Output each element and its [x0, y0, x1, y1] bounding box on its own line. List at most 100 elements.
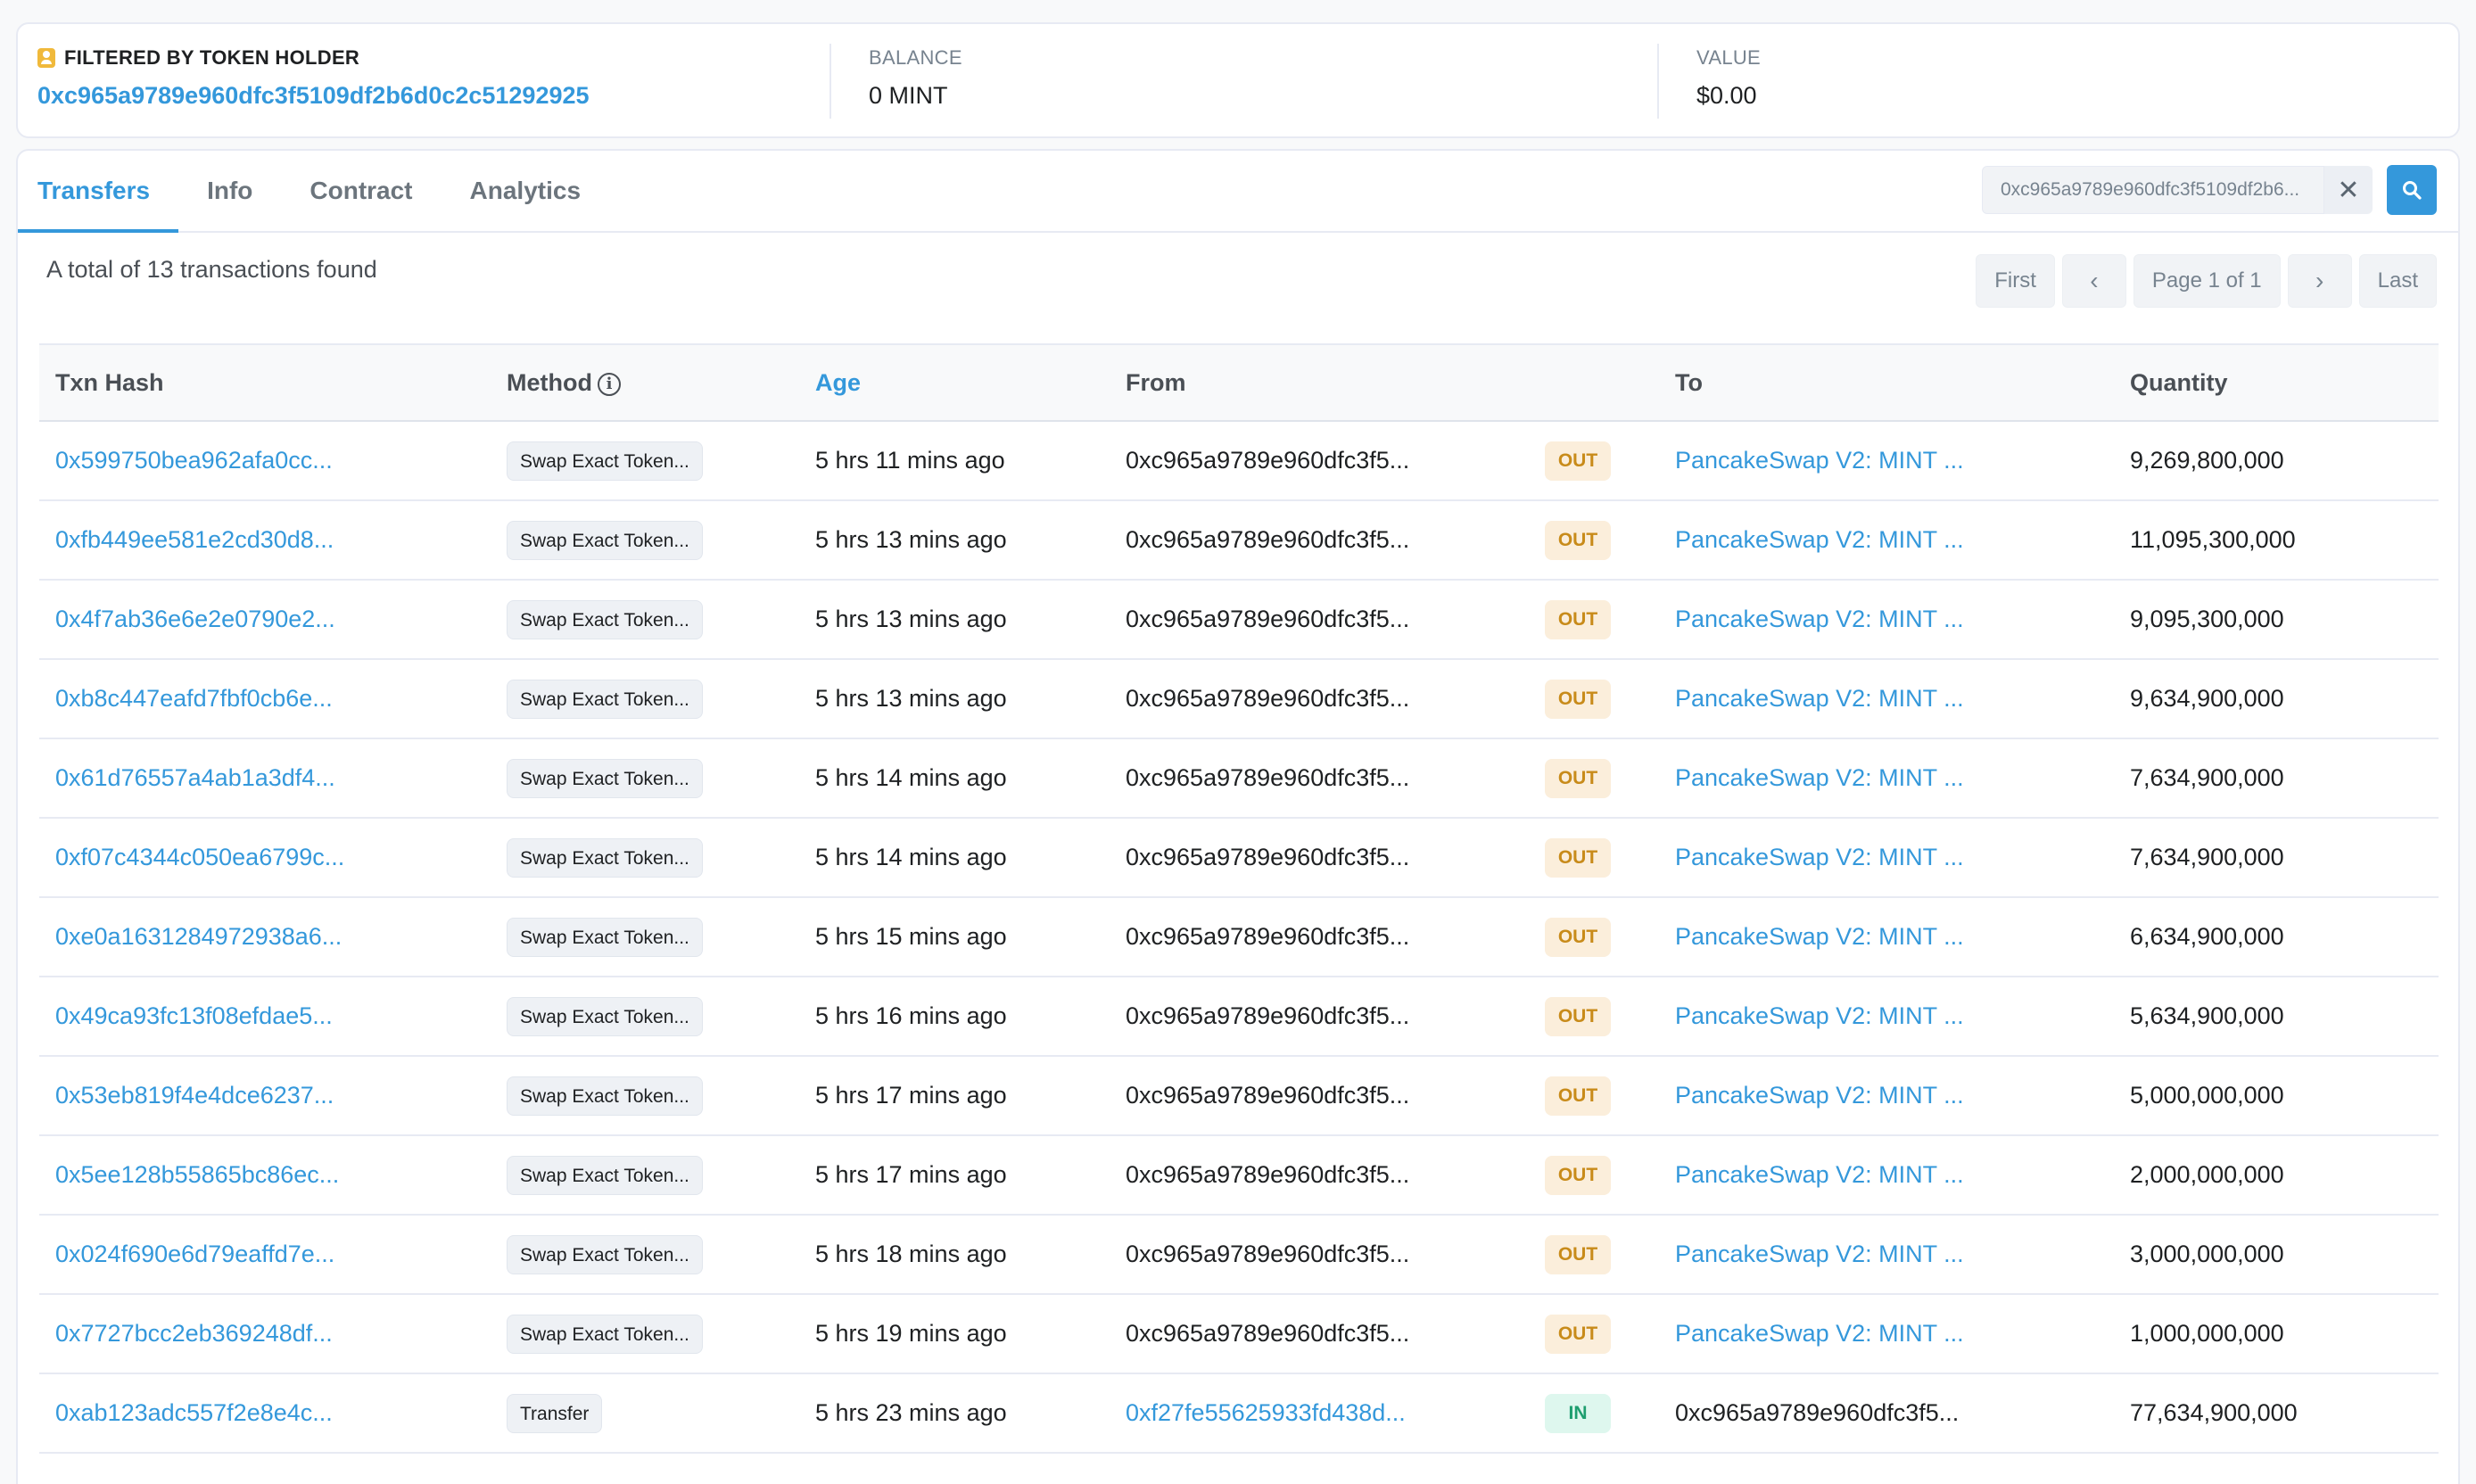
tab-contract[interactable]: Contract — [281, 151, 441, 231]
age-cell: 5 hrs 23 mins ago — [815, 1399, 1007, 1426]
transfers-table: Txn Hash Method i Age From To Quantity 0x… — [39, 343, 2439, 1454]
prev-page-button[interactable]: ‹ — [2061, 254, 2126, 308]
from-address: 0xc965a9789e960dfc3f5... — [1126, 685, 1410, 712]
token-holder-summary: FILTERED BY TOKEN HOLDER 0xc965a9789e960… — [16, 22, 2460, 138]
col-age[interactable]: Age — [799, 369, 1110, 397]
txn-hash-link[interactable]: 0x53eb819f4e4dce6237... — [55, 1082, 334, 1109]
to-address[interactable]: PancakeSwap V2: MINT ... — [1675, 844, 1964, 870]
to-address[interactable]: PancakeSwap V2: MINT ... — [1675, 1082, 1964, 1109]
age-cell: 5 hrs 17 mins ago — [815, 1082, 1007, 1109]
to-address[interactable]: PancakeSwap V2: MINT ... — [1675, 606, 1964, 632]
txn-hash-link[interactable]: 0x7727bcc2eb369248df... — [55, 1320, 333, 1347]
txn-hash-link[interactable]: 0x4f7ab36e6e2e0790e2... — [55, 606, 335, 632]
filter-label: FILTERED BY TOKEN HOLDER — [64, 46, 360, 69]
txn-hash-link[interactable]: 0xb8c447eafd7fbf0cb6e... — [55, 685, 333, 712]
quantity-cell: 9,269,800,000 — [2130, 447, 2284, 474]
from-address: 0xc965a9789e960dfc3f5... — [1126, 764, 1410, 791]
page-indicator: Page 1 of 1 — [2133, 254, 2281, 308]
col-from: From — [1126, 368, 1186, 396]
method-badge: Transfer — [507, 1393, 603, 1433]
table-row: 0xab123adc557f2e8e4c... Transfer 5 hrs 23 … — [39, 1374, 2439, 1454]
from-address: 0xc965a9789e960dfc3f5... — [1126, 447, 1410, 474]
to-address[interactable]: PancakeSwap V2: MINT ... — [1675, 923, 1964, 950]
from-address: 0xc965a9789e960dfc3f5... — [1126, 526, 1410, 553]
from-address: 0xc965a9789e960dfc3f5... — [1126, 923, 1410, 950]
quantity-cell: 5,000,000,000 — [2130, 1082, 2284, 1109]
first-page-button[interactable]: First — [1976, 254, 2055, 308]
balance-value: 0 MINT — [869, 82, 948, 109]
method-badge: Swap Exact Token... — [507, 520, 703, 560]
to-address[interactable]: PancakeSwap V2: MINT ... — [1675, 447, 1964, 474]
direction-badge: OUT — [1545, 758, 1611, 798]
txn-hash-link[interactable]: 0x599750bea962afa0cc... — [55, 447, 333, 474]
from-address: 0xc965a9789e960dfc3f5... — [1126, 1320, 1410, 1347]
to-address: 0xc965a9789e960dfc3f5... — [1675, 1399, 1960, 1426]
to-address[interactable]: PancakeSwap V2: MINT ... — [1675, 1002, 1964, 1029]
tab-info[interactable]: Info — [178, 151, 281, 231]
from-address: 0xc965a9789e960dfc3f5... — [1126, 1161, 1410, 1188]
to-address[interactable]: PancakeSwap V2: MINT ... — [1675, 1161, 1964, 1188]
clear-filter-button[interactable]: ✕ — [2324, 166, 2373, 214]
from-address[interactable]: 0xf27fe55625933fd438d... — [1126, 1399, 1406, 1426]
txn-hash-link[interactable]: 0xf07c4344c050ea6799c... — [55, 844, 344, 870]
quantity-cell: 77,634,900,000 — [2130, 1399, 2298, 1426]
to-address[interactable]: PancakeSwap V2: MINT ... — [1675, 764, 1964, 791]
method-badge: Swap Exact Token... — [507, 441, 703, 481]
direction-badge: IN — [1545, 1393, 1611, 1433]
quantity-cell: 9,095,300,000 — [2130, 606, 2284, 632]
last-page-button[interactable]: Last — [2358, 254, 2437, 308]
table-row: 0xb8c447eafd7fbf0cb6e... Swap Exact Token… — [39, 660, 2439, 739]
txn-hash-link[interactable]: 0x61d76557a4ab1a3df4... — [55, 764, 335, 791]
to-address[interactable]: PancakeSwap V2: MINT ... — [1675, 526, 1964, 553]
table-row: 0xfb449ee581e2cd30d8... Swap Exact Token.… — [39, 501, 2439, 581]
direction-badge: OUT — [1545, 520, 1611, 560]
table-row: 0x4f7ab36e6e2e0790e2... Swap Exact Token.… — [39, 581, 2439, 660]
balance-cell: BALANCE 0 MINT — [829, 24, 1657, 136]
search-icon — [2403, 181, 2422, 200]
method-badge: Swap Exact Token... — [507, 996, 703, 1036]
quantity-cell: 11,095,300,000 — [2130, 526, 2296, 553]
direction-badge: OUT — [1545, 1314, 1611, 1354]
age-cell: 5 hrs 14 mins ago — [815, 844, 1007, 870]
direction-badge: OUT — [1545, 837, 1611, 878]
holder-address-link[interactable]: 0xc965a9789e960dfc3f5109df2b6d0c2c512929… — [37, 79, 810, 111]
quantity-cell: 9,634,900,000 — [2130, 685, 2284, 712]
table-row: 0x53eb819f4e4dce6237... Swap Exact Token.… — [39, 1057, 2439, 1136]
to-address[interactable]: PancakeSwap V2: MINT ... — [1675, 1320, 1964, 1347]
from-address: 0xc965a9789e960dfc3f5... — [1126, 1082, 1410, 1109]
info-icon[interactable]: i — [597, 372, 621, 396]
method-badge: Swap Exact Token... — [507, 758, 703, 798]
to-address[interactable]: PancakeSwap V2: MINT ... — [1675, 1241, 1964, 1267]
col-txn-hash: Txn Hash — [55, 368, 164, 396]
tab-analytics[interactable]: Analytics — [442, 151, 610, 231]
direction-badge: OUT — [1545, 441, 1611, 481]
tab-bar: Transfers Info Contract Analytics ✕ — [18, 151, 2458, 233]
direction-badge: OUT — [1545, 679, 1611, 719]
txn-hash-link[interactable]: 0xe0a1631284972938a6... — [55, 923, 342, 950]
to-address[interactable]: PancakeSwap V2: MINT ... — [1675, 685, 1964, 712]
direction-badge: OUT — [1545, 917, 1611, 957]
address-filter-input[interactable] — [1982, 166, 2324, 214]
from-address: 0xc965a9789e960dfc3f5... — [1126, 1002, 1410, 1029]
quantity-cell: 6,634,900,000 — [2130, 923, 2284, 950]
txn-hash-link[interactable]: 0x49ca93fc13f08efdae5... — [55, 1002, 333, 1029]
holder-filter-cell: FILTERED BY TOKEN HOLDER 0xc965a9789e960… — [18, 24, 829, 136]
txn-hash-link[interactable]: 0x5ee128b55865bc86ec... — [55, 1161, 339, 1188]
txn-hash-link[interactable]: 0x024f690e6d79eaffd7e... — [55, 1241, 334, 1267]
method-badge: Swap Exact Token... — [507, 599, 703, 639]
age-cell: 5 hrs 13 mins ago — [815, 606, 1007, 632]
txn-hash-link[interactable]: 0xab123adc557f2e8e4c... — [55, 1399, 333, 1426]
quantity-cell: 3,000,000,000 — [2130, 1241, 2284, 1267]
tab-transfers[interactable]: Transfers — [18, 151, 179, 233]
search-button[interactable] — [2387, 165, 2437, 215]
address-filter-search: ✕ — [1982, 165, 2437, 215]
holder-icon — [37, 48, 55, 68]
value-label: VALUE — [1696, 46, 1762, 69]
table-row: 0x49ca93fc13f08efdae5... Swap Exact Token… — [39, 977, 2439, 1057]
chevron-right-icon: › — [2315, 267, 2324, 294]
table-row: 0xe0a1631284972938a6... Swap Exact Token.… — [39, 898, 2439, 977]
table-header: Txn Hash Method i Age From To Quantity — [39, 343, 2439, 422]
txn-hash-link[interactable]: 0xfb449ee581e2cd30d8... — [55, 526, 334, 553]
method-badge: Swap Exact Token... — [507, 679, 703, 719]
next-page-button[interactable]: › — [2287, 254, 2352, 308]
